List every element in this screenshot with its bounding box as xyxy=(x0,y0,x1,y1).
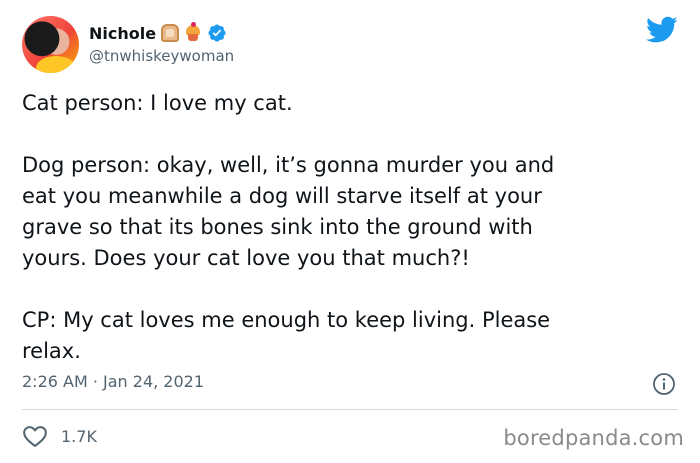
tweet-text-line: yours. Does your cat love you that much?… xyxy=(22,246,470,270)
tweet-text-line: Dog person: okay, well, it’s gonna murde… xyxy=(22,153,555,177)
author-handle[interactable]: @tnwhiskeywoman xyxy=(89,47,234,65)
tweet-timestamp[interactable]: 2:26 AM · Jan 24, 2021 xyxy=(22,372,204,391)
heart-icon[interactable] xyxy=(22,424,48,448)
author-name-row[interactable]: Nichole xyxy=(89,21,227,45)
avatar-shirt xyxy=(36,56,76,73)
avatar[interactable] xyxy=(22,16,79,73)
author-display-name[interactable]: Nichole xyxy=(89,24,156,43)
tweet-text-line: relax. xyxy=(22,339,81,363)
boredpanda-watermark: boredpanda.com xyxy=(503,426,684,450)
twitter-bird-icon[interactable] xyxy=(646,16,678,44)
divider xyxy=(22,409,678,410)
tweet-text: Cat person: I love my cat. Dog person: o… xyxy=(22,88,672,367)
tweet-text-line: Cat person: I love my cat. xyxy=(22,91,293,115)
tweet-text-line: grave so that its bones sink into the gr… xyxy=(22,215,533,239)
tweet-text-line: eat you meanwhile a dog will starve itse… xyxy=(22,184,542,208)
cupcake-emoji-icon xyxy=(184,22,202,42)
tweet-card: Nichole @tnwhiskeywoman Cat person: I lo… xyxy=(0,0,700,463)
tweet-text-line: CP: My cat loves me enough to keep livin… xyxy=(22,308,551,332)
info-icon[interactable] xyxy=(652,372,676,396)
like-count: 1.7K xyxy=(61,427,97,446)
bread-emoji-icon xyxy=(161,24,180,42)
verified-badge-icon xyxy=(208,24,226,42)
